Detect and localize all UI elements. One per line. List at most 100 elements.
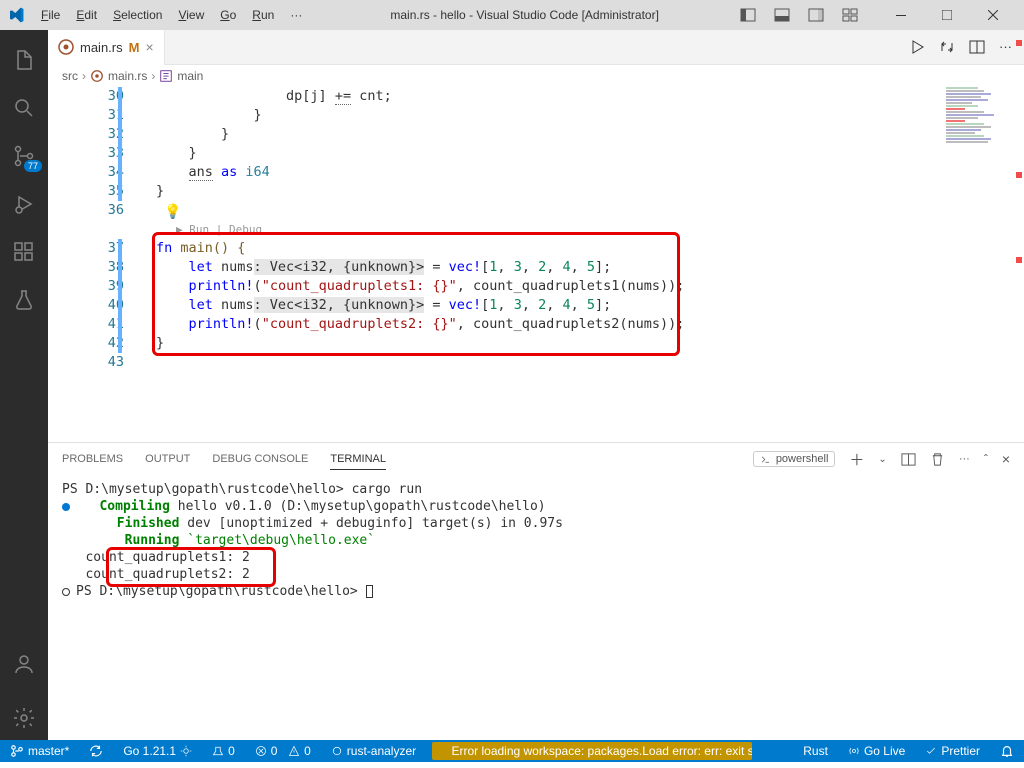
testing-icon[interactable] <box>0 278 48 322</box>
menu-run[interactable]: Run <box>245 4 281 26</box>
menu-more[interactable]: ··· <box>283 4 309 26</box>
menu-edit[interactable]: Edit <box>69 4 104 26</box>
settings-gear-icon[interactable] <box>0 696 48 740</box>
layout-controls <box>740 7 858 23</box>
split-editor-icon[interactable] <box>969 39 985 55</box>
menu-file[interactable]: File <box>34 4 67 26</box>
status-sync[interactable] <box>85 744 107 758</box>
editor-content[interactable]: 30 31 32 33 34 35 36 37 38 39 40 41 42 4… <box>48 87 1024 442</box>
panel-tab-problems[interactable]: PROBLEMS <box>62 449 123 469</box>
diff-icon[interactable] <box>939 39 955 55</box>
line-number: 41 <box>48 315 124 334</box>
run-icon[interactable] <box>909 39 925 55</box>
extensions-icon[interactable] <box>0 230 48 274</box>
tab-label: main.rs <box>80 40 123 55</box>
chevron-right-icon: › <box>151 69 155 83</box>
menu-bar: File Edit Selection View Go Run ··· <box>34 4 309 26</box>
panel-tabs: PROBLEMS OUTPUT DEBUG CONSOLE TERMINAL p… <box>48 443 1024 475</box>
rust-file-icon <box>90 69 104 83</box>
line-number: 35 <box>48 182 124 201</box>
status-branch[interactable]: master* <box>6 744 73 758</box>
window-controls <box>878 0 1016 30</box>
terminal-line: PS D:\mysetup\gopath\rustcode\hello> <box>62 583 1010 600</box>
accounts-icon[interactable] <box>0 642 48 686</box>
scm-badge: 77 <box>24 160 42 172</box>
title-bar: File Edit Selection View Go Run ··· main… <box>0 0 1024 30</box>
explorer-icon[interactable] <box>0 38 48 82</box>
terminal-line: Running `target\debug\hello.exe` <box>62 532 1010 549</box>
line-number: 40 <box>48 296 124 315</box>
line-number: 31 <box>48 106 124 125</box>
terminal-shell-selector[interactable]: powershell <box>753 451 836 467</box>
kill-terminal-icon[interactable] <box>930 452 945 467</box>
more-terminal-icon[interactable]: ··· <box>959 453 970 465</box>
status-bar: master* Go 1.21.1 0 0 0 rust-analyzer Er… <box>0 740 1024 762</box>
editor-tabs: main.rs M × ··· <box>48 30 1024 65</box>
close-button[interactable] <box>970 0 1016 30</box>
status-prettier[interactable]: Prettier <box>921 744 984 758</box>
terminal-line: count_quadruplets2: 2 <box>62 566 1010 583</box>
panel: PROBLEMS OUTPUT DEBUG CONSOLE TERMINAL p… <box>48 442 1024 740</box>
status-go-version[interactable]: Go 1.21.1 <box>119 744 196 758</box>
run-debug-icon[interactable] <box>0 182 48 226</box>
breadcrumb[interactable]: src › main.rs › main <box>48 65 1024 87</box>
symbol-function-icon <box>159 69 173 83</box>
panel-tab-debug[interactable]: DEBUG CONSOLE <box>212 449 308 469</box>
minimap[interactable] <box>946 87 1010 207</box>
breadcrumb-src[interactable]: src <box>62 69 78 83</box>
line-number: 38 <box>48 258 124 277</box>
gutter: 30 31 32 33 34 35 36 37 38 39 40 41 42 4… <box>48 87 144 372</box>
terminal-content[interactable]: PS D:\mysetup\gopath\rustcode\hello> car… <box>48 475 1024 740</box>
new-terminal-icon[interactable]: ＋ <box>849 449 864 470</box>
code-lines: dp[j] += cnt; } } } ans as i64 } fn main… <box>156 87 944 372</box>
customize-layout-icon[interactable] <box>842 7 858 23</box>
status-language[interactable]: Rust <box>799 744 832 758</box>
status-problems[interactable]: 0 0 <box>251 744 315 758</box>
window-title: main.rs - hello - Visual Studio Code [Ad… <box>309 8 740 22</box>
terminal-line: Finished dev [unoptimized + debuginfo] t… <box>62 515 1010 532</box>
panel-tab-output[interactable]: OUTPUT <box>145 449 190 469</box>
panel-tab-terminal[interactable]: TERMINAL <box>330 449 386 470</box>
source-control-icon[interactable]: 77 <box>0 134 48 178</box>
terminal-line: PS D:\mysetup\gopath\rustcode\hello> car… <box>62 481 1010 498</box>
tab-modified-indicator: M <box>129 40 140 55</box>
terminal-overview-ruler <box>1010 32 1024 768</box>
status-analyzing[interactable]: 0 <box>208 744 239 758</box>
line-number: 33 <box>48 144 124 163</box>
toggle-panel-icon[interactable] <box>774 7 790 23</box>
close-panel-icon[interactable]: × <box>1002 451 1010 467</box>
terminal-dropdown-icon[interactable]: ⌄ <box>878 454 886 465</box>
breadcrumb-file[interactable]: main.rs <box>108 69 147 83</box>
toggle-sidebar-icon[interactable] <box>740 7 756 23</box>
editor-actions: ··· <box>909 39 1024 55</box>
maximize-panel-icon[interactable]: ˆ <box>984 452 988 466</box>
status-rust-analyzer[interactable]: rust-analyzer <box>327 744 420 758</box>
breadcrumb-symbol[interactable]: main <box>177 69 203 83</box>
terminal-line: count_quadruplets1: 2 <box>62 549 1010 566</box>
line-number: 37 <box>48 239 124 258</box>
status-go-live[interactable]: Go Live <box>844 744 909 758</box>
vscode-icon <box>8 7 24 23</box>
line-number: 30 <box>48 87 124 106</box>
activity-bar: 77 <box>0 30 48 740</box>
terminal-line: Compiling hello v0.1.0 (D:\mysetup\gopat… <box>62 498 1010 515</box>
maximize-button[interactable] <box>924 0 970 30</box>
line-number: 34 <box>48 163 124 182</box>
line-number: 36 <box>48 201 124 220</box>
line-number: 42 <box>48 334 124 353</box>
menu-selection[interactable]: Selection <box>106 4 169 26</box>
toggle-secondary-icon[interactable] <box>808 7 824 23</box>
line-number: 43 <box>48 353 124 372</box>
status-warning-message[interactable]: Error loading workspace: packages.Load e… <box>432 742 752 760</box>
editor-area: main.rs M × ··· src › main.rs › main 30 <box>48 30 1024 740</box>
line-number: 32 <box>48 125 124 144</box>
split-terminal-icon[interactable] <box>901 452 916 467</box>
rust-file-icon <box>58 39 74 55</box>
line-number: 39 <box>48 277 124 296</box>
tab-close-icon[interactable]: × <box>145 39 153 55</box>
menu-view[interactable]: View <box>171 4 211 26</box>
tab-main-rs[interactable]: main.rs M × <box>48 30 165 65</box>
minimize-button[interactable] <box>878 0 924 30</box>
menu-go[interactable]: Go <box>213 4 243 26</box>
search-icon[interactable] <box>0 86 48 130</box>
